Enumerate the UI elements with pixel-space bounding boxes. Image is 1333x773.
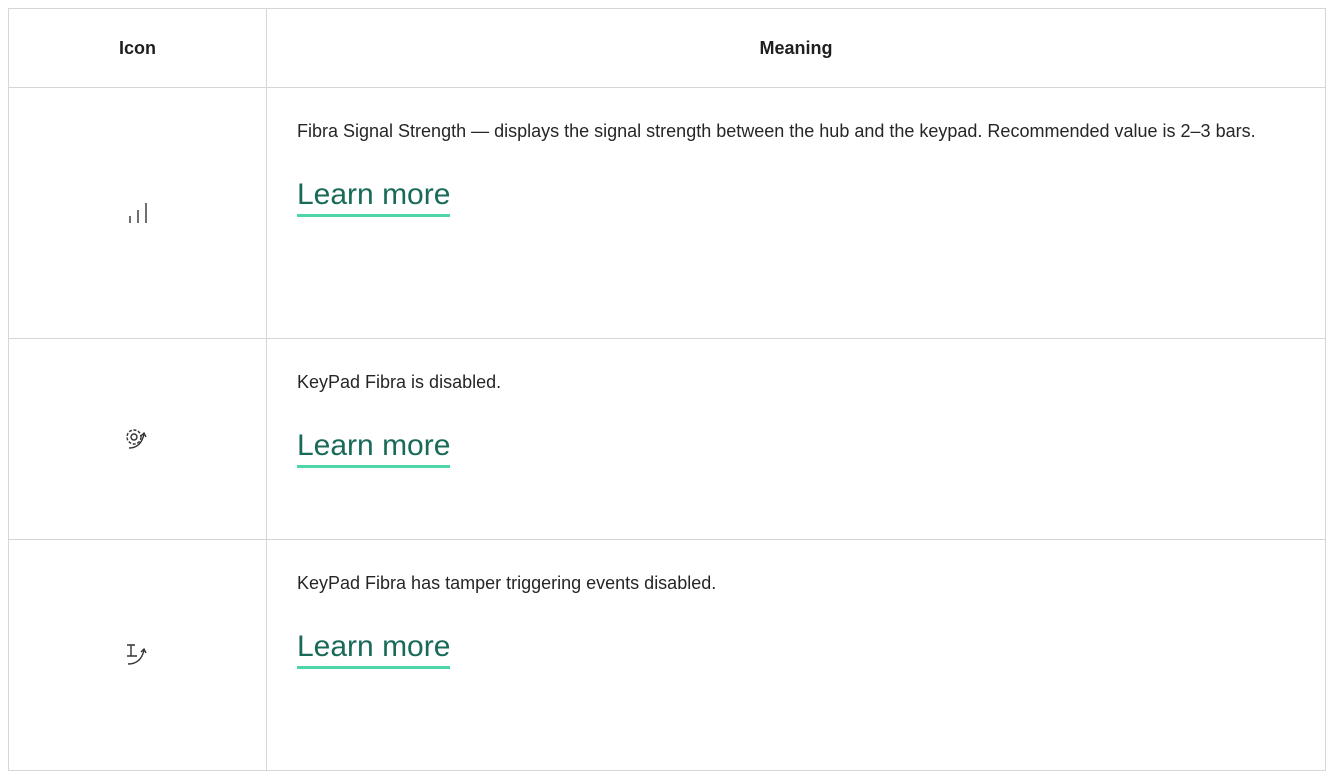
header-meaning: Meaning xyxy=(266,8,1326,88)
row-description: KeyPad Fibra is disabled. xyxy=(297,372,502,392)
tamper-disabled-icon xyxy=(126,644,147,665)
device-disabled-gear-icon xyxy=(125,429,147,449)
meaning-cell: Fibra Signal Strength — displays the sig… xyxy=(266,87,1326,339)
header-icon: Icon xyxy=(8,8,267,88)
row-description: KeyPad Fibra has tamper triggering event… xyxy=(297,573,717,593)
row-description: Fibra Signal Strength — displays the sig… xyxy=(297,121,1256,141)
meaning-cell: KeyPad Fibra is disabled. Learn more xyxy=(266,338,1326,540)
table-row: KeyPad Fibra has tamper triggering event… xyxy=(8,539,1326,771)
icon-cell xyxy=(8,338,267,540)
signal-strength-icon xyxy=(128,203,147,223)
table-row: KeyPad Fibra is disabled. Learn more xyxy=(8,338,1326,540)
icon-cell xyxy=(8,539,267,771)
icon-meaning-table: Icon Meaning Fibra Signal Strength — dis… xyxy=(8,8,1326,771)
learn-more-link[interactable]: Learn more xyxy=(297,428,451,468)
learn-more-link[interactable]: Learn more xyxy=(297,629,451,669)
table-header-row: Icon Meaning xyxy=(8,8,1326,88)
learn-more-link[interactable]: Learn more xyxy=(297,177,451,217)
icon-cell xyxy=(8,87,267,339)
table-row: Fibra Signal Strength — displays the sig… xyxy=(8,87,1326,339)
meaning-cell: KeyPad Fibra has tamper triggering event… xyxy=(266,539,1326,771)
